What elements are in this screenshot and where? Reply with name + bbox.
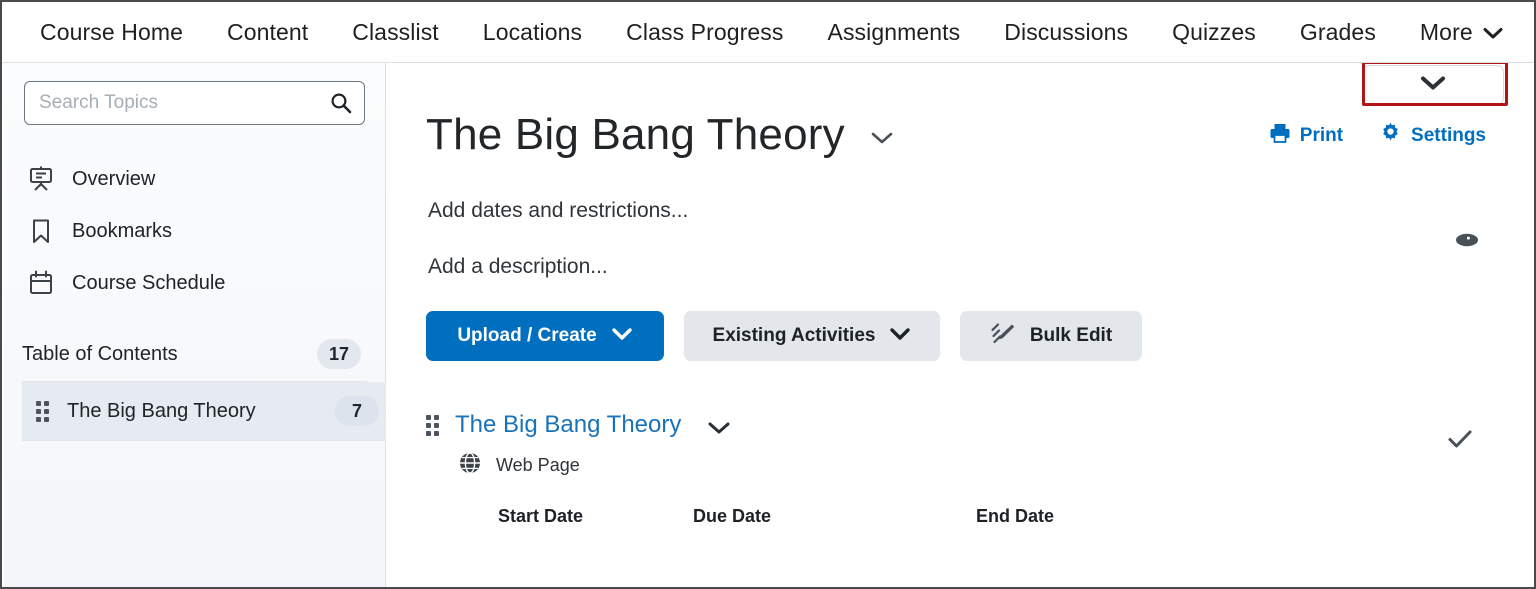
nav-label: Assignments xyxy=(827,18,961,45)
title-chevron-down-icon[interactable] xyxy=(869,130,895,151)
nav-item-discussions[interactable]: Discussions xyxy=(982,18,1150,45)
bulk-edit-button[interactable]: Bulk Edit xyxy=(960,311,1142,361)
sidebar-item-bookmarks[interactable]: Bookmarks xyxy=(4,205,385,257)
add-dates-restrictions-link[interactable]: Add dates and restrictions... xyxy=(386,199,1532,223)
sidebar-item-label: Overview xyxy=(72,167,156,190)
chevron-down-icon xyxy=(611,325,633,347)
search-box[interactable] xyxy=(24,81,365,125)
projector-screen-icon xyxy=(26,164,56,194)
nav-label: Course Home xyxy=(40,18,183,45)
chevron-down-icon xyxy=(1483,21,1503,44)
table-of-contents-label: Table of Contents xyxy=(22,342,178,365)
module-label: The Big Bang Theory xyxy=(67,399,256,422)
printer-icon xyxy=(1269,122,1291,150)
pencil-edit-icon xyxy=(990,321,1016,351)
page-title: The Big Bang Theory xyxy=(426,110,845,159)
drag-handle-icon[interactable] xyxy=(36,400,49,422)
content-sidebar: Overview Bookmarks xyxy=(4,63,411,587)
content-topic-row: The Big Bang Theory Web Page Start Date … xyxy=(386,409,1532,527)
content-topic-header: The Big Bang Theory xyxy=(426,409,1532,441)
nav-item-assignments[interactable]: Assignments xyxy=(806,18,983,45)
sidebar-item-label: Course Schedule xyxy=(72,271,226,294)
divider xyxy=(22,440,385,441)
bookmark-icon xyxy=(26,216,56,246)
module-count-badge: 7 xyxy=(335,396,379,426)
content-topic-chevron-down-icon[interactable] xyxy=(707,421,731,441)
nav-label: Quizzes xyxy=(1172,18,1256,45)
page-header: The Big Bang Theory Print Settings xyxy=(386,63,1532,157)
start-date-header: Start Date xyxy=(498,506,584,526)
settings-button[interactable]: Settings xyxy=(1379,121,1486,150)
nav-item-course-home[interactable]: Course Home xyxy=(18,18,205,45)
content-topic-title-link[interactable]: The Big Bang Theory xyxy=(455,411,681,439)
nav-item-class-progress[interactable]: Class Progress xyxy=(604,18,805,45)
upload-create-label: Upload / Create xyxy=(457,325,597,346)
nav-label: Classlist xyxy=(352,18,439,45)
sidebar-item-overview[interactable]: Overview xyxy=(4,153,385,205)
existing-activities-button[interactable]: Existing Activities xyxy=(684,311,940,361)
visibility-eye-icon[interactable] xyxy=(1454,231,1480,254)
search-topics-wrapper xyxy=(4,63,385,125)
nav-item-more[interactable]: More xyxy=(1398,18,1517,45)
content-action-buttons: Upload / Create Existing Activities Bulk… xyxy=(386,311,1532,361)
nav-item-locations[interactable]: Locations xyxy=(461,18,604,45)
chevron-down-icon xyxy=(889,325,911,347)
nav-label: Grades xyxy=(1299,18,1376,45)
nav-item-quizzes[interactable]: Quizzes xyxy=(1150,18,1278,45)
nav-label: Locations xyxy=(482,18,583,45)
date-column-headers: Start Date Due Date End Date xyxy=(426,506,1532,527)
print-button[interactable]: Print xyxy=(1269,122,1343,150)
completion-check-icon[interactable] xyxy=(1446,427,1474,456)
gear-icon xyxy=(1379,121,1402,150)
nav-item-classlist[interactable]: Classlist xyxy=(330,18,461,45)
calendar-icon xyxy=(26,268,56,298)
print-label: Print xyxy=(1299,124,1344,146)
table-of-contents-row[interactable]: Table of Contents 17 xyxy=(4,327,385,381)
page-actions: Print Settings xyxy=(1269,121,1486,150)
content-topic-type-label: Web Page xyxy=(496,455,580,475)
end-date-header: End Date xyxy=(976,506,1055,526)
nav-label: More xyxy=(1419,18,1473,45)
globe-icon xyxy=(458,451,482,480)
sidebar-item-label: Bookmarks xyxy=(72,219,173,242)
sidebar-module-the-big-bang-theory[interactable]: The Big Bang Theory 7 xyxy=(22,382,411,440)
search-icon[interactable] xyxy=(330,92,352,114)
nav-label: Discussions xyxy=(1004,18,1129,45)
sidebar-item-course-schedule[interactable]: Course Schedule xyxy=(4,257,385,309)
table-of-contents-count-badge: 17 xyxy=(317,339,361,369)
upload-create-button[interactable]: Upload / Create xyxy=(426,311,664,361)
course-navbar: Course Home Content Classlist Locations … xyxy=(2,2,1534,63)
existing-activities-label: Existing Activities xyxy=(712,325,876,346)
search-input[interactable] xyxy=(25,82,364,124)
due-date-header: Due Date xyxy=(693,506,772,526)
add-description-link[interactable]: Add a description... xyxy=(386,255,1532,279)
nav-item-grades[interactable]: Grades xyxy=(1278,18,1398,45)
nav-item-content[interactable]: Content xyxy=(205,18,330,45)
content-topic-type: Web Page xyxy=(426,451,1532,480)
bulk-edit-label: Bulk Edit xyxy=(1029,325,1113,346)
drag-handle-icon[interactable] xyxy=(426,414,439,436)
settings-label: Settings xyxy=(1411,124,1486,146)
nav-label: Content xyxy=(227,18,309,45)
main-content: The Big Bang Theory Print Settings Add d… xyxy=(386,61,1532,585)
nav-label: Class Progress xyxy=(626,18,784,45)
page-frame: Course Home Content Classlist Locations … xyxy=(0,0,1536,589)
sidebar-links: Overview Bookmarks Course Schedule xyxy=(4,153,385,309)
